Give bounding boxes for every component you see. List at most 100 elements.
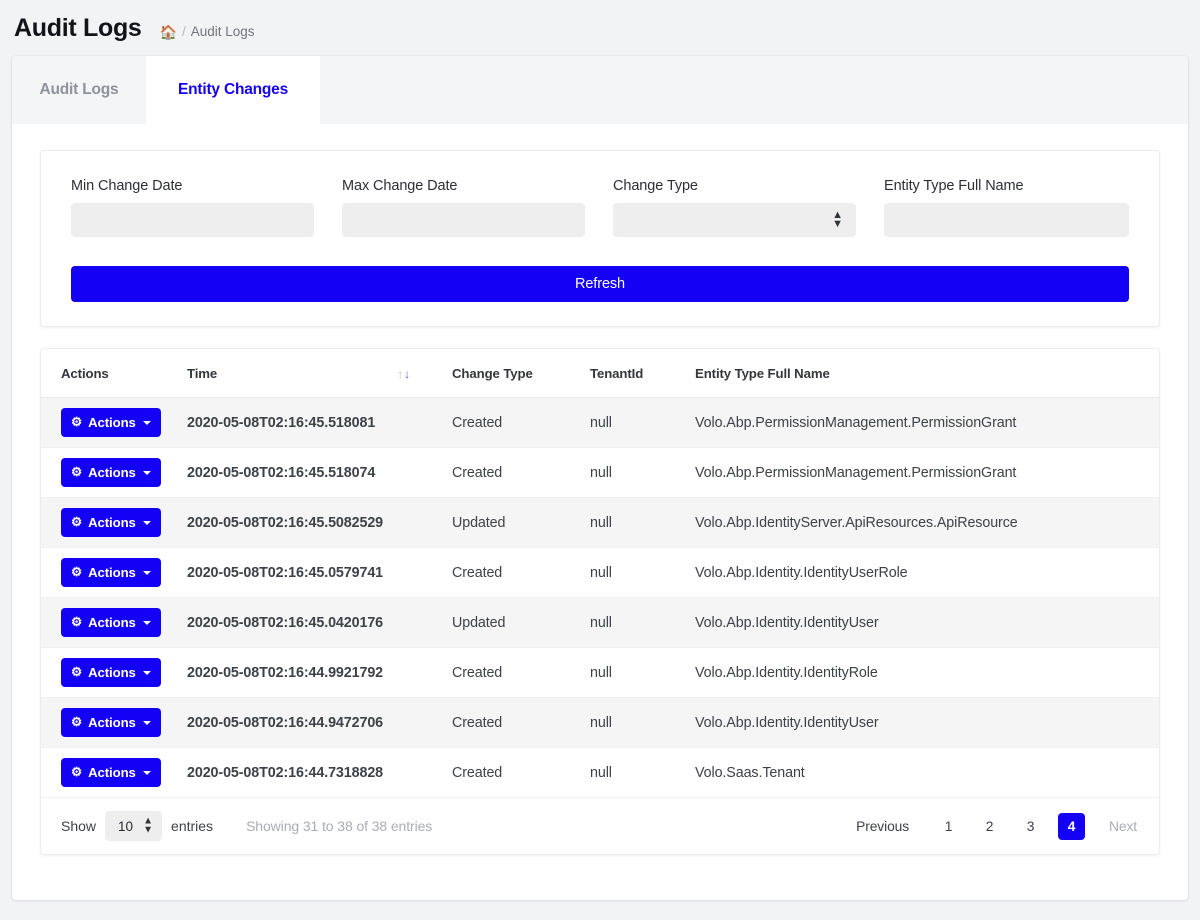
breadcrumb: 🏠 / Audit Logs: [160, 24, 255, 39]
breadcrumb-current: Audit Logs: [191, 24, 255, 39]
table-row: ⚙Actions 2020-05-08T02:16:45.0420176Updat…: [41, 598, 1159, 648]
sort-asc-icon: ↑: [397, 368, 403, 380]
table-row: ⚙ Actions 2020-05-08T02:16:44.7318828Creat…: [41, 748, 1159, 798]
pagination: Previous 1 2 3 4 Next: [852, 813, 1141, 840]
cell-entity-type: Volo.Abp.Identity.IdentityUser: [695, 598, 1159, 648]
table-row: ⚙Actions 2020-05-08T02:16:45.518081Create…: [41, 398, 1159, 448]
row-actions-label: Actions: [88, 765, 136, 780]
pagination-previous[interactable]: Previous: [852, 813, 913, 840]
cell-time: 2020-05-08T02:16:45.0420176: [187, 598, 452, 648]
tab-bar: Audit Logs Entity Changes: [12, 56, 1188, 125]
cell-change-type: Created: [452, 748, 590, 798]
cell-entity-type: Volo.Abp.Identity.IdentityUserRole: [695, 548, 1159, 598]
change-type-label: Change Type: [613, 178, 856, 194]
row-actions-button[interactable]: ⚙Actions: [61, 408, 161, 437]
entries-label: entries: [171, 818, 213, 834]
cell-change-type: Created: [452, 648, 590, 698]
pagination-page-3[interactable]: 3: [1017, 813, 1044, 840]
table-body: ⚙Actions2020-05-08T02:16:45.518081Create…: [41, 398, 1159, 798]
row-actions-button[interactable]: ⚙Actions: [61, 608, 161, 637]
cell-actions: ⚙Actions: [41, 698, 187, 748]
cell-time: 2020-05-08T02:16:44.7318828: [187, 748, 452, 798]
card-body: Min Change Date Max Change Date Change T…: [12, 150, 1188, 855]
row-actions-label: Actions: [88, 565, 136, 580]
table-row: ⚙Actions2020-05-08T02:16:44.9472706Creat…: [41, 698, 1159, 748]
row-actions-button[interactable]: ⚙Actions: [61, 558, 161, 587]
min-change-date-input[interactable]: [71, 203, 314, 237]
cell-actions: ⚙Actions: [41, 548, 187, 598]
filter-max-change-date: Max Change Date: [342, 178, 585, 237]
caret-down-icon: [143, 571, 151, 575]
cell-entity-type: Volo.Abp.PermissionManagement.Permission…: [695, 448, 1159, 498]
table-head: Actions Time ↑ ↓ Change Type Tenan: [41, 349, 1159, 398]
row-actions-button[interactable]: ⚙Actions: [61, 708, 161, 737]
table-row: ⚙Actions2020-05-08T02:16:45.0579741Creat…: [41, 548, 1159, 598]
cell-entity-type: Volo.Abp.PermissionManagement.Permission…: [695, 398, 1159, 448]
filter-change-type: Change Type ▲▼: [613, 178, 856, 237]
pagination-page-2[interactable]: 2: [976, 813, 1003, 840]
refresh-button[interactable]: Refresh: [71, 266, 1129, 302]
pagination-next[interactable]: Next: [1105, 813, 1141, 840]
page-title: Audit Logs: [14, 14, 142, 43]
max-change-date-input[interactable]: [342, 203, 585, 237]
gear-icon: ⚙: [71, 616, 82, 629]
column-header-time[interactable]: Time ↑ ↓: [187, 349, 452, 398]
gear-icon: ⚙: [71, 466, 82, 479]
row-actions-button[interactable]: ⚙ Actions: [61, 658, 161, 687]
cell-entity-type: Volo.Abp.Identity.IdentityUser: [695, 698, 1159, 748]
cell-actions: ⚙Actions: [41, 498, 187, 548]
change-type-select[interactable]: ▲▼: [613, 203, 856, 237]
cell-change-type: Created: [452, 398, 590, 448]
row-actions-button[interactable]: ⚙ Actions: [61, 458, 161, 487]
filter-row: Min Change Date Max Change Date Change T…: [71, 178, 1129, 237]
cell-time: 2020-05-08T02:16:44.9921792: [187, 648, 452, 698]
gear-icon: ⚙: [71, 766, 82, 779]
row-actions-label: Actions: [88, 415, 136, 430]
cell-actions: ⚙ Actions: [41, 748, 187, 798]
cell-tenant-id: null: [590, 398, 695, 448]
row-actions-label: Actions: [88, 465, 136, 480]
column-header-change-type: Change Type: [452, 349, 590, 398]
cell-tenant-id: null: [590, 598, 695, 648]
row-actions-label: Actions: [88, 515, 136, 530]
caret-down-icon: [143, 471, 151, 475]
min-change-date-label: Min Change Date: [71, 178, 314, 194]
cell-tenant-id: null: [590, 548, 695, 598]
cell-time: 2020-05-08T02:16:45.518074: [187, 448, 452, 498]
breadcrumb-separator: /: [182, 24, 186, 39]
cell-tenant-id: null: [590, 698, 695, 748]
filter-min-change-date: Min Change Date: [71, 178, 314, 237]
row-actions-label: Actions: [88, 665, 136, 680]
cell-time: 2020-05-08T02:16:45.518081: [187, 398, 452, 448]
cell-change-type: Created: [452, 698, 590, 748]
column-header-entity-type-full-name: Entity Type Full Name: [695, 349, 1159, 398]
tab-entity-changes[interactable]: Entity Changes: [146, 56, 320, 124]
sort-icon[interactable]: ↑ ↓: [397, 368, 410, 380]
cell-actions: ⚙Actions: [41, 598, 187, 648]
cell-tenant-id: null: [590, 448, 695, 498]
caret-down-icon: [143, 521, 151, 525]
column-header-time-label: Time: [187, 366, 217, 381]
pagination-page-1[interactable]: 1: [935, 813, 962, 840]
tab-audit-logs[interactable]: Audit Logs: [12, 56, 146, 124]
entity-type-full-name-input[interactable]: [884, 203, 1129, 237]
entity-type-full-name-label: Entity Type Full Name: [884, 178, 1129, 194]
table-footer: Show 10 ▲▼ entries Showing 31 to 38 of 3…: [41, 798, 1159, 854]
caret-down-icon: [143, 721, 151, 725]
row-actions-button[interactable]: ⚙ Actions: [61, 758, 161, 787]
cell-entity-type: Volo.Abp.Identity.IdentityRole: [695, 648, 1159, 698]
caret-down-icon: [143, 671, 151, 675]
row-actions-button[interactable]: ⚙Actions: [61, 508, 161, 537]
chevron-updown-icon: ▲▼: [143, 818, 153, 835]
filter-panel: Min Change Date Max Change Date Change T…: [40, 150, 1160, 327]
home-icon[interactable]: 🏠: [160, 25, 177, 39]
table-header-row: Actions Time ↑ ↓ Change Type Tenan: [41, 349, 1159, 398]
page-size-select[interactable]: 10 ▲▼: [105, 811, 162, 841]
cell-tenant-id: null: [590, 648, 695, 698]
gear-icon: ⚙: [71, 666, 82, 679]
tab-bar-filler: [320, 56, 1188, 124]
cell-change-type: Updated: [452, 598, 590, 648]
cell-time: 2020-05-08T02:16:45.5082529: [187, 498, 452, 548]
page-size-value: 10: [105, 819, 133, 834]
pagination-page-4[interactable]: 4: [1058, 813, 1085, 840]
